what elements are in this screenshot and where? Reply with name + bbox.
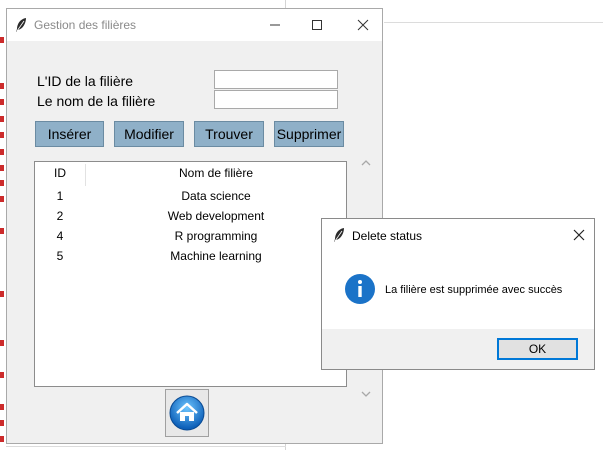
row-name: R programming <box>174 229 258 243</box>
editor-error-mark <box>0 37 4 43</box>
row-name: Machine learning <box>170 249 262 263</box>
dialog-message: La filière est supprimée avec succès <box>385 284 563 296</box>
feather-icon <box>16 18 26 32</box>
editor-error-mark <box>0 372 4 378</box>
info-icon <box>345 274 375 304</box>
maximize-button[interactable] <box>297 13 337 37</box>
maximize-icon <box>312 20 322 30</box>
editor-error-mark <box>0 180 4 186</box>
editor-error-mark <box>0 149 4 155</box>
editor-error-mark <box>0 99 4 105</box>
editor-error-mark <box>0 420 4 426</box>
editor-error-mark <box>0 132 4 138</box>
background-divider <box>384 22 603 23</box>
row-id: 4 <box>56 229 64 243</box>
editor-error-mark <box>0 116 4 122</box>
id-field[interactable] <box>214 70 338 89</box>
editor-error-mark <box>0 228 4 234</box>
window-title: Gestion des filières <box>34 18 137 32</box>
row-id: 5 <box>56 249 64 263</box>
close-button[interactable] <box>343 13 383 37</box>
row-name: Web development <box>167 209 265 223</box>
dialog-body: La filière est supprimée avec succès <box>322 251 594 329</box>
delete-button[interactable]: Supprimer <box>274 121 344 147</box>
row-name: Data science <box>181 189 251 203</box>
editor-error-mark <box>0 291 4 297</box>
home-button[interactable] <box>165 389 209 437</box>
editor-error-mark <box>0 165 4 171</box>
row-id: 2 <box>56 209 64 223</box>
insert-button[interactable]: Insérer <box>35 121 104 147</box>
scroll-up-icon[interactable] <box>360 158 372 168</box>
editor-error-mark <box>0 196 4 202</box>
ok-button[interactable]: OK <box>497 338 578 360</box>
row-id: 1 <box>56 189 64 203</box>
name-field[interactable] <box>214 90 338 109</box>
column-header-id[interactable]: ID <box>54 166 66 180</box>
modify-button[interactable]: Modifier <box>114 121 184 147</box>
column-header-name[interactable]: Nom de filière <box>86 166 346 180</box>
dialog-title-bar[interactable]: Delete status <box>322 219 594 251</box>
dialog-title: Delete status <box>352 229 423 243</box>
minimize-button[interactable] <box>255 13 295 37</box>
title-bar[interactable]: Gestion des filières <box>7 9 382 41</box>
close-icon[interactable] <box>573 229 585 241</box>
name-label: Le nom de la filière <box>37 93 156 109</box>
editor-error-mark <box>0 340 4 346</box>
home-icon <box>169 395 205 431</box>
minimize-icon <box>270 24 280 26</box>
filiere-table[interactable]: ID Nom de filière 1 Data science 2 Web d… <box>34 161 347 387</box>
background-divider <box>6 446 286 447</box>
id-label: L'ID de la filière <box>37 73 134 89</box>
editor-error-mark <box>0 83 4 89</box>
feather-icon <box>334 228 344 242</box>
editor-error-mark <box>0 404 4 410</box>
find-button[interactable]: Trouver <box>194 121 264 147</box>
close-icon <box>357 19 369 31</box>
editor-error-mark <box>0 436 4 442</box>
scroll-down-icon[interactable] <box>360 389 372 399</box>
delete-status-dialog: Delete status La filière est supprimée a… <box>321 218 595 370</box>
